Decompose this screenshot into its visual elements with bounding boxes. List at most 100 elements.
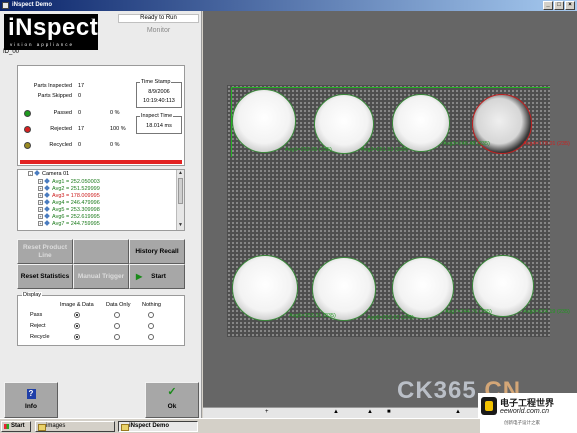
ruler-marker: ▲	[367, 409, 373, 415]
tree-scrollbar[interactable]: ▲ ▼	[176, 170, 184, 230]
parts-inspected-value: 17	[78, 83, 85, 89]
measurement-icon	[44, 206, 50, 212]
expand-icon[interactable]: +	[38, 186, 43, 191]
start-menu-button[interactable]: Start	[1, 421, 31, 432]
pass-nothing-radio[interactable]	[148, 312, 154, 318]
window-title: iNspect Demo	[12, 2, 53, 8]
maximize-button[interactable]: □	[554, 1, 564, 10]
reject-nothing-radio[interactable]	[148, 323, 154, 329]
timestamp-date: 8/9/2006	[148, 89, 170, 95]
parts-skipped-value: 0	[78, 93, 82, 99]
rejected-value: 17	[78, 126, 85, 132]
taskbar-item-inspect-demo[interactable]: iNspect Demo	[118, 421, 198, 432]
expand-icon[interactable]: +	[38, 179, 43, 184]
tree-item[interactable]: + Avg6 = 252.619995	[38, 213, 100, 220]
measurement-icon	[44, 199, 50, 205]
taskbar: Start images iNspect Demo	[0, 418, 480, 433]
tree-item[interactable]: + Avg3 = 178.009995	[38, 192, 100, 199]
reset-statistics-button[interactable]: Reset Statistics	[17, 264, 73, 289]
inspection-region	[392, 94, 450, 152]
reject-data-only-radio[interactable]	[114, 323, 120, 329]
timestamp-box: Time Stamp 8/9/2006 10:19:40:113	[136, 79, 182, 108]
recycle-nothing-radio[interactable]	[148, 334, 154, 340]
mode-label: Monitor	[146, 27, 171, 34]
measurement-icon	[44, 220, 50, 226]
info-button[interactable]: ? Info	[4, 382, 58, 418]
recycle-data-only-radio[interactable]	[114, 334, 120, 340]
camera-icon	[34, 170, 40, 176]
taskbar-item-images[interactable]: images	[35, 421, 115, 432]
checkmark-icon: ✓	[167, 386, 177, 398]
passed-value: 0	[78, 110, 82, 116]
passed-indicator-icon	[24, 110, 31, 117]
tree-item[interactable]: + Avg5 = 253.309998	[38, 206, 100, 213]
scroll-up-icon[interactable]: ▲	[177, 170, 184, 177]
manual-trigger-button[interactable]: Manual Trigger	[73, 264, 129, 289]
help-icon: ?	[26, 389, 36, 399]
column-nothing: Nothing	[142, 302, 161, 308]
scroll-down-icon[interactable]: ▼	[177, 222, 184, 229]
region-label: Avg7=244.76 (235)	[445, 309, 492, 315]
inspection-region	[312, 257, 376, 321]
image-viewer[interactable]: Avg1=252.05 (235) Avg2=251.53 (235) Avg3…	[203, 11, 577, 407]
collapse-icon[interactable]: -	[28, 171, 33, 176]
passed-label: Passed	[53, 110, 72, 116]
expand-icon[interactable]: +	[38, 200, 43, 205]
start-button[interactable]: ▶ Start	[129, 264, 185, 289]
pass-data-only-radio[interactable]	[114, 312, 120, 318]
region-label: Avg3=246.48 (235)	[443, 141, 490, 147]
column-data-only: Data Only	[106, 302, 131, 308]
timestamp-title: Time Stamp	[140, 79, 172, 85]
expand-icon[interactable]: +	[38, 207, 43, 212]
ok-button[interactable]: ✓ Ok	[145, 382, 199, 418]
reject-image-data-radio[interactable]	[74, 323, 80, 329]
tree-item[interactable]: + Avg4 = 246.479996	[38, 199, 100, 206]
inspect-time-value: 18.014 ms	[146, 123, 172, 129]
region-label: Avg5=253.31 (235)	[289, 313, 336, 319]
history-recall-button[interactable]: History Recall	[129, 239, 185, 264]
scroll-thumb[interactable]	[178, 178, 183, 204]
recycle-image-data-radio[interactable]	[74, 334, 80, 340]
inspection-region	[472, 255, 534, 317]
app-icon	[2, 2, 9, 9]
recycled-indicator-icon	[24, 142, 31, 149]
inspect-time-box: Inspect Time 18.014 ms	[136, 113, 182, 134]
row-recycle-label: Recycle	[30, 334, 50, 340]
recycled-percent: 0 %	[110, 142, 120, 148]
close-button[interactable]: ×	[565, 1, 575, 10]
measurement-icon	[44, 185, 50, 191]
expand-icon[interactable]: +	[38, 221, 43, 226]
roi-line	[231, 87, 550, 88]
display-options: Display Image & Data Data Only Nothing P…	[17, 292, 185, 346]
tree-item[interactable]: + Avg1 = 252.050003	[38, 178, 100, 185]
id-label: ID_00	[3, 49, 20, 55]
blank-button	[73, 239, 129, 264]
column-image-data: Image & Data	[60, 302, 94, 308]
minimize-button[interactable]: _	[543, 1, 553, 10]
inspection-region	[232, 255, 298, 321]
ruler-marker: ▲	[333, 409, 339, 415]
tree-item[interactable]: + Avg2 = 251.529999	[38, 185, 100, 192]
region-label: Avg4=178.01 (235)	[523, 141, 570, 147]
expand-icon[interactable]: +	[38, 193, 43, 198]
region-label: Avg6=252.62 (235)	[367, 315, 414, 321]
inspect-logo: iNspect ™ vision appliance	[4, 14, 98, 50]
inspection-region	[232, 89, 296, 153]
recycled-value: 0	[78, 142, 82, 148]
statistics-panel: Parts Inspected 17 Parts Skipped 0 Passe…	[17, 65, 185, 166]
inspect-time-title: Inspect Time	[140, 113, 174, 119]
reset-product-line-button[interactable]: Reset Product Line	[17, 239, 73, 264]
parts-inspected-label: Parts Inspected	[33, 83, 72, 89]
eeworld-badge: 电子工程世界 eeworld.com.cn 创新电子设计之家	[478, 393, 577, 433]
pass-image-data-radio[interactable]	[74, 312, 80, 318]
row-pass-label: Pass	[30, 312, 43, 318]
expand-icon[interactable]: +	[38, 214, 43, 219]
results-tree[interactable]: - Camera 01 + Avg1 = 252.050003 + Avg2 = 25…	[17, 169, 185, 231]
tree-item[interactable]: + Avg7 = 244.759995	[38, 220, 100, 227]
roi-line	[231, 87, 232, 157]
inspection-image[interactable]: Avg1=252.05 (235) Avg2=251.53 (235) Avg3…	[227, 85, 570, 337]
rejected-indicator-icon	[24, 126, 31, 133]
measurement-icon	[44, 178, 50, 184]
region-label: Avg2=251.53 (235)	[361, 147, 408, 153]
tree-node-camera[interactable]: - Camera 01	[28, 170, 69, 177]
